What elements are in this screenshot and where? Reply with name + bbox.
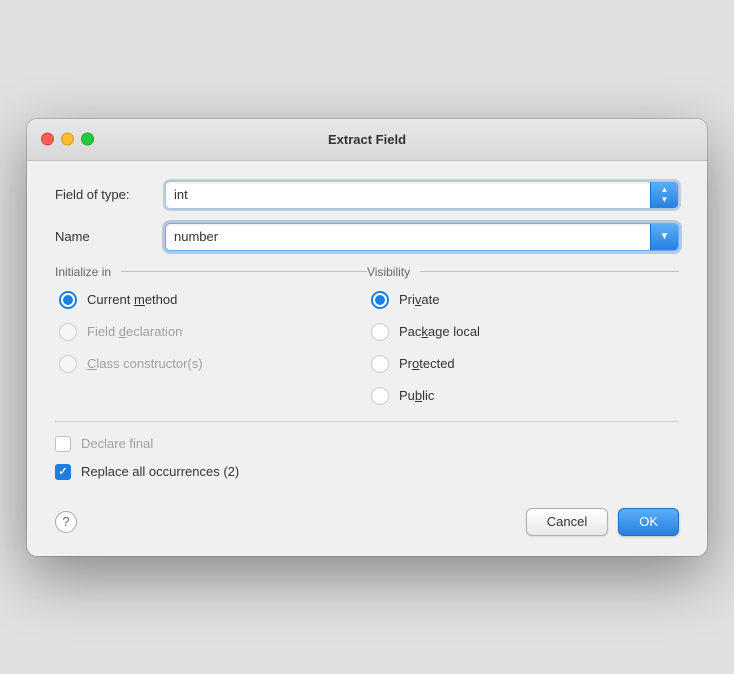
replace-all-row: Replace all occurrences (2) bbox=[55, 464, 679, 480]
ok-button[interactable]: OK bbox=[618, 508, 679, 536]
declare-final-row: Declare final bbox=[55, 436, 679, 452]
replace-all-checkbox[interactable] bbox=[55, 464, 71, 480]
field-of-type-label: Field of type: bbox=[55, 187, 165, 202]
close-button[interactable] bbox=[41, 133, 54, 146]
radio-public-label: Public bbox=[399, 388, 434, 403]
radio-protected-label: Protected bbox=[399, 356, 455, 371]
replace-all-label: Replace all occurrences (2) bbox=[81, 464, 239, 479]
radio-package-local[interactable]: Package local bbox=[371, 323, 679, 341]
radio-protected[interactable]: Protected bbox=[371, 355, 679, 373]
name-row: Name ▼ bbox=[55, 223, 679, 251]
radio-field-declaration-label: Field declaration bbox=[87, 324, 182, 339]
dialog-title: Extract Field bbox=[328, 132, 406, 147]
radio-class-constructor-circle bbox=[59, 355, 77, 373]
field-of-type-combobox[interactable]: ▲ ▼ bbox=[165, 181, 679, 209]
spinner-down-icon: ▼ bbox=[661, 195, 669, 205]
radio-class-constructor[interactable]: Class constructor(s) bbox=[59, 355, 367, 373]
visibility-col: Visibility Private Package local Prote bbox=[367, 265, 679, 405]
radio-package-local-circle bbox=[371, 323, 389, 341]
titlebar: Extract Field bbox=[27, 119, 707, 161]
cancel-button[interactable]: Cancel bbox=[526, 508, 608, 536]
name-combobox[interactable]: ▼ bbox=[165, 223, 679, 251]
options-section: Initialize in Current method Field decla… bbox=[55, 265, 679, 405]
radio-current-method[interactable]: Current method bbox=[59, 291, 367, 309]
radio-class-constructor-label: Class constructor(s) bbox=[87, 356, 203, 371]
radio-field-declaration-circle bbox=[59, 323, 77, 341]
radio-public-circle bbox=[371, 387, 389, 405]
maximize-button[interactable] bbox=[81, 133, 94, 146]
radio-public[interactable]: Public bbox=[371, 387, 679, 405]
dropdown-arrow-icon: ▼ bbox=[660, 231, 670, 242]
initialize-in-radio-group: Current method Field declaration Class c… bbox=[55, 291, 367, 373]
initialize-in-col: Initialize in Current method Field decla… bbox=[55, 265, 367, 405]
visibility-line bbox=[420, 271, 679, 272]
traffic-lights bbox=[41, 133, 94, 146]
radio-private-circle bbox=[371, 291, 389, 309]
divider bbox=[55, 421, 679, 422]
visibility-radio-group: Private Package local Protected Public bbox=[367, 291, 679, 405]
radio-protected-circle bbox=[371, 355, 389, 373]
declare-final-label: Declare final bbox=[81, 436, 153, 451]
radio-private[interactable]: Private bbox=[371, 291, 679, 309]
help-button[interactable]: ? bbox=[55, 511, 77, 533]
field-of-type-input[interactable] bbox=[166, 182, 650, 208]
name-dropdown-button[interactable]: ▼ bbox=[650, 224, 678, 250]
field-of-type-row: Field of type: ▲ ▼ bbox=[55, 181, 679, 209]
radio-current-method-label: Current method bbox=[87, 292, 177, 307]
radio-private-label: Private bbox=[399, 292, 439, 307]
name-input[interactable] bbox=[166, 224, 650, 250]
minimize-button[interactable] bbox=[61, 133, 74, 146]
radio-current-method-circle bbox=[59, 291, 77, 309]
radio-field-declaration[interactable]: Field declaration bbox=[59, 323, 367, 341]
radio-package-local-label: Package local bbox=[399, 324, 480, 339]
declare-final-checkbox[interactable] bbox=[55, 436, 71, 452]
visibility-header: Visibility bbox=[367, 265, 679, 279]
help-icon: ? bbox=[62, 514, 69, 529]
field-of-type-spinner[interactable]: ▲ ▼ bbox=[650, 182, 678, 208]
button-row: ? Cancel OK bbox=[55, 498, 679, 536]
initialize-in-header: Initialize in bbox=[55, 265, 367, 279]
initialize-in-label: Initialize in bbox=[55, 265, 111, 279]
extract-field-dialog: Extract Field Field of type: ▲ ▼ Name ▼ bbox=[27, 119, 707, 556]
visibility-label: Visibility bbox=[367, 265, 410, 279]
initialize-in-line bbox=[121, 271, 367, 272]
dialog-content: Field of type: ▲ ▼ Name ▼ bbox=[27, 161, 707, 556]
name-label: Name bbox=[55, 229, 165, 244]
spinner-up-icon: ▲ bbox=[661, 185, 669, 195]
